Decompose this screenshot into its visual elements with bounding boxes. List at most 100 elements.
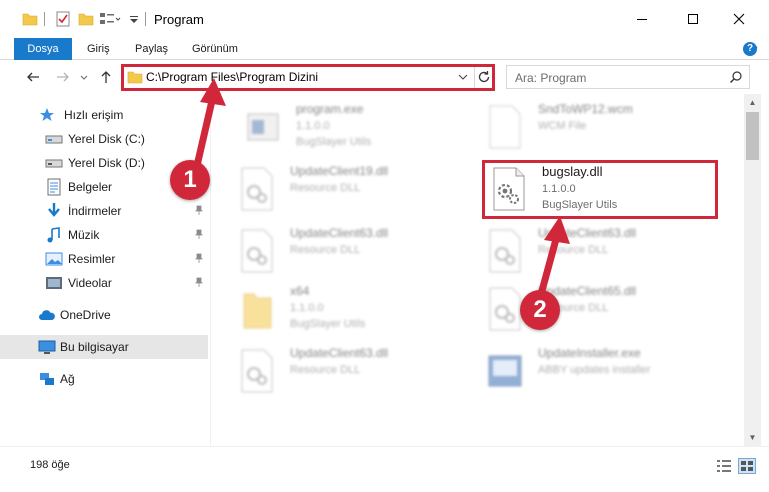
close-icon xyxy=(733,13,745,25)
search-icon xyxy=(729,70,743,87)
installer-icon xyxy=(488,355,522,387)
arrow-up-icon xyxy=(101,71,111,83)
nav-item-label: İndirmeler xyxy=(68,204,122,218)
scroll-up-button[interactable]: ▲ xyxy=(744,94,761,111)
window-title: Program xyxy=(154,12,204,27)
title-bar: Program xyxy=(0,0,769,38)
nav-item-videos[interactable]: Videolar xyxy=(0,271,208,295)
file-item[interactable]: UpdateClient19.dll Resource DLL xyxy=(232,162,472,218)
tab-share[interactable]: Paylaş xyxy=(135,38,168,60)
chevron-down-icon xyxy=(80,75,88,80)
file-name: UpdateClient63.dll xyxy=(290,226,389,240)
scroll-down-button[interactable]: ▼ xyxy=(744,429,761,446)
file-item[interactable]: program.exe 1.1.0.0 BugSlayer Utils xyxy=(238,100,478,156)
tab-file[interactable]: Dosya xyxy=(14,38,72,60)
file-item[interactable]: UpdateClient65.dll Resource DLL xyxy=(480,282,720,338)
file-name: UpdateClient19.dll xyxy=(290,164,389,178)
forward-button[interactable] xyxy=(55,69,71,85)
file-item[interactable]: UpdateClient63.dll Resource DLL xyxy=(232,344,472,400)
nav-item-music[interactable]: Müzik xyxy=(0,223,208,247)
nav-item-label: Belgeler xyxy=(68,180,113,194)
nav-item-this-pc[interactable]: Bu bilgisayar xyxy=(0,335,208,359)
up-button[interactable] xyxy=(98,69,114,85)
nav-item-network[interactable]: Ağ xyxy=(0,367,208,391)
file-version: Resource DLL xyxy=(538,244,609,256)
qa-separator xyxy=(145,12,146,26)
maximize-button[interactable] xyxy=(670,6,716,32)
details-view-button[interactable] xyxy=(716,459,732,476)
new-folder-icon[interactable] xyxy=(78,10,94,28)
nav-item-downloads[interactable]: İndirmeler xyxy=(0,199,208,223)
file-item[interactable]: UpdateClient63.dll Resource DLL xyxy=(480,224,720,280)
tiles-view-button[interactable] xyxy=(738,458,756,474)
video-icon xyxy=(46,277,62,289)
status-bar: 198 öğe xyxy=(0,446,769,492)
file-description: BugSlayer Utils xyxy=(290,318,366,330)
pin-icon xyxy=(194,253,204,266)
file-item[interactable]: x64 1.1.0.0 BugSlayer Utils xyxy=(232,282,472,338)
address-highlight-box xyxy=(121,64,495,91)
minimize-icon xyxy=(637,19,647,20)
properties-icon[interactable] xyxy=(56,10,70,28)
nav-item-label: Yerel Disk (D:) xyxy=(68,156,145,170)
dll-file-icon xyxy=(489,287,521,331)
close-button[interactable] xyxy=(716,6,762,32)
customize-toolbar-icon[interactable] xyxy=(129,10,139,28)
recent-locations-button[interactable] xyxy=(79,69,89,85)
pin-icon xyxy=(194,205,204,218)
file-version: ABBY updates installer xyxy=(538,364,651,376)
back-button[interactable] xyxy=(25,69,41,85)
annotation-badge-1: 1 xyxy=(170,160,210,200)
file-name: UpdateInstaller.exe xyxy=(538,346,641,360)
pin-icon xyxy=(194,277,204,290)
file-version: Resource DLL xyxy=(290,364,361,376)
nav-item-label: Ağ xyxy=(60,372,75,386)
ribbon-tabs: Dosya Giriş Paylaş Görünüm ? xyxy=(0,38,769,60)
tab-home[interactable]: Giriş xyxy=(87,38,110,60)
file-name: UpdateClient63.dll xyxy=(538,226,637,240)
nav-item-label: Bu bilgisayar xyxy=(60,340,129,354)
nav-item-label: OneDrive xyxy=(60,308,111,322)
nav-item-label: Videolar xyxy=(68,276,112,290)
file-item[interactable]: SndToWP12.wcm WCM File xyxy=(480,100,720,156)
item-count: 198 öğe xyxy=(30,459,70,471)
navigation-pane: Hızlı erişim Yerel Disk (C:) Yerel Disk … xyxy=(0,94,210,446)
view-options-icon[interactable] xyxy=(99,10,121,28)
file-version: 1.1.0.0 xyxy=(290,302,324,314)
nav-item-label: Yerel Disk (C:) xyxy=(68,132,145,146)
arrow-left-icon xyxy=(27,72,39,82)
file-name: SndToWP12.wcm xyxy=(538,102,633,116)
network-icon xyxy=(40,373,54,385)
tab-view[interactable]: Görünüm xyxy=(192,38,238,60)
scroll-thumb[interactable] xyxy=(746,112,759,160)
nav-item-pictures[interactable]: Resimler xyxy=(0,247,208,271)
file-name: program.exe xyxy=(296,102,364,116)
cloud-icon xyxy=(39,310,55,320)
minimize-button[interactable] xyxy=(619,6,665,32)
nav-item-onedrive[interactable]: OneDrive xyxy=(0,303,208,327)
file-name: UpdateClient63.dll xyxy=(290,346,389,360)
drive-icon xyxy=(45,159,63,168)
file-name: x64 xyxy=(290,284,310,298)
vertical-scrollbar[interactable]: ▲ ▼ xyxy=(744,94,761,446)
exe-file-icon xyxy=(247,113,279,141)
dll-file-icon xyxy=(489,229,521,273)
dll-file-icon xyxy=(241,229,273,273)
dll-file-icon xyxy=(241,349,273,393)
pane-divider[interactable] xyxy=(210,94,211,446)
file-item[interactable]: UpdateInstaller.exe ABBY updates install… xyxy=(480,344,720,400)
tiles-view-icon xyxy=(741,461,753,471)
star-icon xyxy=(40,108,54,121)
nav-item-label: Müzik xyxy=(68,228,100,242)
download-icon xyxy=(48,203,60,217)
computer-icon xyxy=(38,340,56,354)
nav-item-quick-access[interactable]: Hızlı erişim xyxy=(0,103,208,127)
file-version: 1.1.0.0 xyxy=(296,120,330,132)
dll-file-icon xyxy=(241,167,273,211)
search-box[interactable]: Ara: Program xyxy=(506,65,750,89)
file-item[interactable]: UpdateClient63.dll Resource DLL xyxy=(232,224,472,280)
qa-separator xyxy=(44,12,45,26)
nav-item-local-disk-c[interactable]: Yerel Disk (C:) xyxy=(0,127,208,151)
document-icon xyxy=(489,105,521,149)
annotation-badge-2: 2 xyxy=(520,290,560,330)
